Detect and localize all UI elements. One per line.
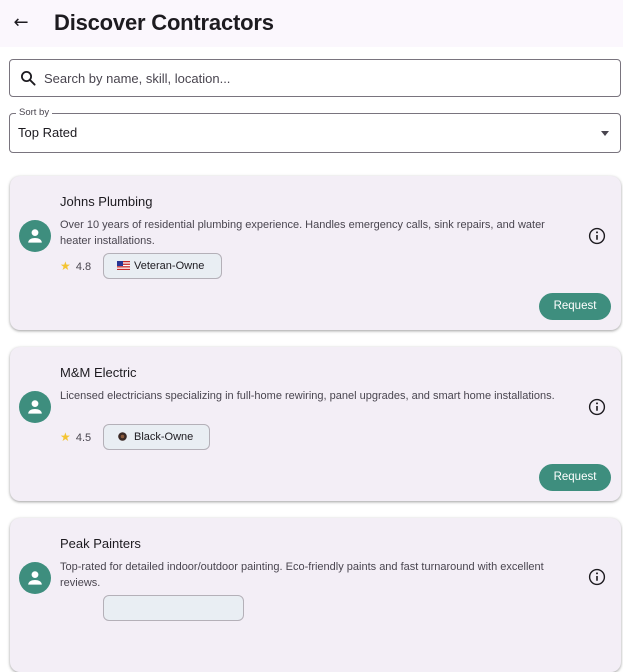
us-flag-icon xyxy=(117,261,130,270)
rating-value: 4.5 xyxy=(75,432,92,444)
page-title: Discover Contractors xyxy=(54,10,274,35)
info-icon[interactable] xyxy=(588,398,606,416)
person-icon xyxy=(28,400,42,414)
contractor-description: Top-rated for detailed indoor/outdoor pa… xyxy=(60,561,544,589)
search-icon xyxy=(21,71,36,86)
contractor-card[interactable]: Johns Plumbing Over 10 years of resident… xyxy=(10,176,621,330)
info-icon[interactable] xyxy=(588,568,606,586)
search-input[interactable] xyxy=(44,60,604,96)
request-button[interactable]: Request xyxy=(539,293,611,320)
badge-label: Black-Owne xyxy=(134,431,194,443)
star-icon: ★ xyxy=(60,430,71,444)
contractor-name: Peak Painters xyxy=(60,536,141,551)
badge-label: Veteran-Owne xyxy=(134,260,205,272)
avatar xyxy=(19,220,51,252)
black-owned-circle-icon xyxy=(118,432,127,441)
contractor-card[interactable]: M&M Electric Licensed electricians speci… xyxy=(10,347,621,501)
request-button[interactable]: Request xyxy=(539,464,611,491)
info-icon[interactable] xyxy=(588,227,606,245)
contractor-name: M&M Electric xyxy=(60,365,137,380)
contractor-name: Johns Plumbing xyxy=(60,194,153,209)
ownership-badge xyxy=(103,595,244,621)
ownership-badge: Veteran-Owne xyxy=(103,253,222,279)
avatar xyxy=(19,562,51,594)
contractor-description: Licensed electricians specializing in fu… xyxy=(60,390,555,402)
person-icon xyxy=(28,571,42,585)
ownership-badge: Black-Owne xyxy=(103,424,210,450)
star-icon: ★ xyxy=(60,259,71,273)
sort-dropdown[interactable]: Sort by Top Rated xyxy=(9,107,621,153)
avatar xyxy=(19,391,51,423)
contractor-description: Over 10 years of residential plumbing ex… xyxy=(60,219,545,247)
person-icon xyxy=(28,229,42,243)
search-field[interactable] xyxy=(9,59,621,97)
rating-value: 4.8 xyxy=(75,261,92,273)
rating: ★ 4.5 xyxy=(60,431,91,444)
app-bar: ← Discover Contractors xyxy=(0,0,623,47)
arrow-back-icon[interactable]: ← xyxy=(10,10,32,36)
dropdown-arrow-icon xyxy=(601,131,609,136)
sort-value: Top Rated xyxy=(18,125,78,140)
sort-label: Sort by xyxy=(16,107,53,119)
rating: ★ 4.8 xyxy=(60,260,91,273)
contractor-card[interactable]: Peak Painters Top-rated for detailed ind… xyxy=(10,518,621,672)
